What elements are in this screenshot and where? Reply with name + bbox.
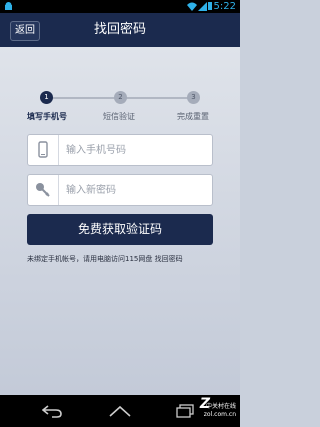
phone-icon [28, 135, 59, 165]
new-password-input[interactable] [66, 175, 206, 205]
zol-logo-icon: Z [199, 396, 210, 412]
phone-input-row [27, 134, 213, 166]
title-bar: 找回密码 返回 [0, 13, 240, 47]
step-1-dot: 1 [40, 91, 53, 104]
step-2-dot: 2 [114, 91, 127, 104]
status-time: 5:22 [213, 1, 236, 12]
key-icon [28, 175, 59, 205]
phone-number-input[interactable] [66, 135, 206, 165]
recent-apps-nav-icon[interactable] [176, 404, 194, 418]
watermark-line2: zol.com.cn [203, 411, 236, 418]
wifi-icon [187, 2, 197, 11]
zol-watermark: Z 中关村在线 zol.com.cn [200, 397, 236, 419]
home-nav-icon[interactable] [108, 404, 132, 418]
back-button[interactable]: 返回 [10, 21, 40, 41]
tip-text: 未绑定手机帐号，请用电脑访问115网盘 找回密码 [27, 255, 183, 263]
android-icon [5, 2, 12, 10]
battery-icon [208, 2, 212, 10]
back-nav-icon[interactable] [42, 404, 62, 418]
step-2-label: 短信验证 [103, 112, 135, 121]
step-3-label: 完成重置 [177, 112, 209, 121]
signal-icon [198, 2, 207, 11]
password-input-row [27, 174, 213, 206]
step-indicator: 1 2 3 填写手机号 短信验证 完成重置 [0, 89, 240, 129]
get-verification-code-button[interactable]: 免费获取验证码 [27, 214, 213, 245]
status-bar: 5:22 [0, 0, 240, 13]
step-3-dot: 3 [187, 91, 200, 104]
main-content: 1 2 3 填写手机号 短信验证 完成重置 免费获取验证码 未绑定手机帐号，请用… [0, 47, 240, 395]
navigation-bar: Z 中关村在线 zol.com.cn [0, 395, 240, 427]
step-1-label: 填写手机号 [27, 112, 67, 121]
